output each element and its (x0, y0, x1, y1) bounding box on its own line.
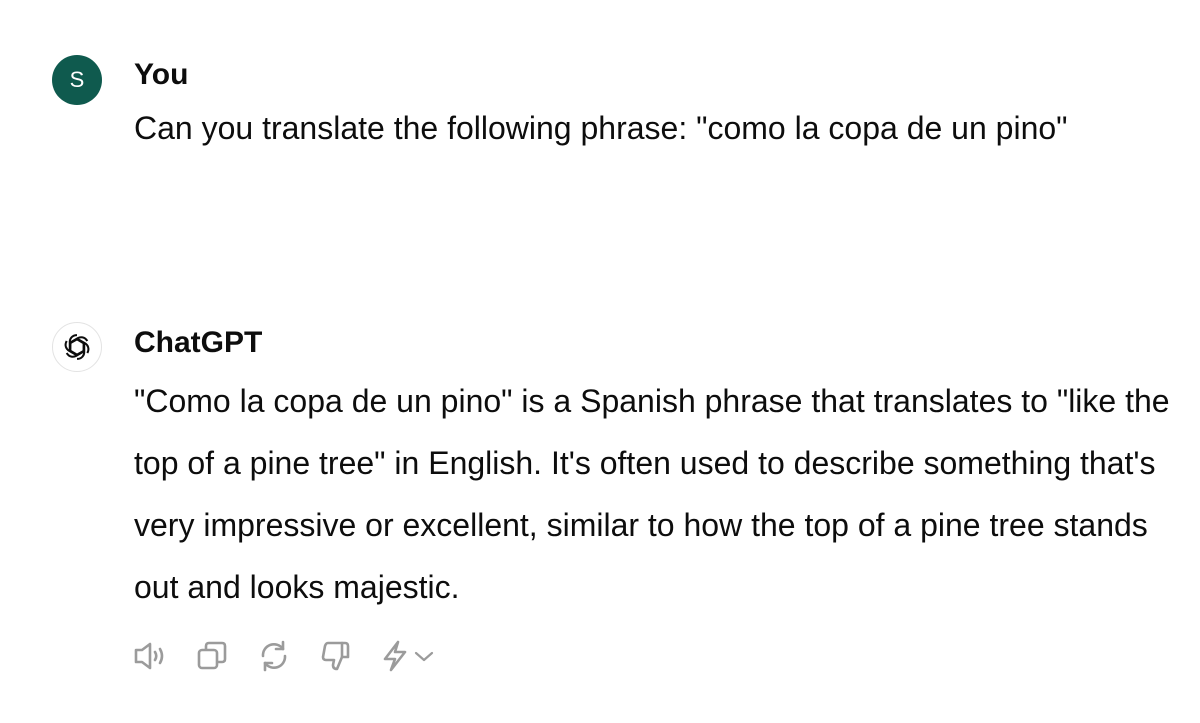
read-aloud-button[interactable] (130, 636, 170, 676)
assistant-avatar (52, 322, 102, 372)
user-avatar-initial: S (69, 67, 85, 92)
bad-response-button[interactable] (316, 636, 356, 676)
copy-icon (197, 641, 227, 670)
copy-button[interactable] (192, 636, 232, 676)
change-model-button[interactable] (378, 636, 412, 676)
lightning-icon (383, 640, 407, 672)
user-avatar: S (52, 55, 102, 105)
regenerate-icon (261, 640, 287, 672)
thumbs-down-icon (321, 641, 350, 671)
user-message-text: Can you translate the following phrase: … (134, 110, 1068, 146)
speaker-icon (134, 642, 164, 670)
assistant-author-name: ChatGPT (134, 326, 263, 359)
user-author-name: You (134, 58, 189, 91)
regenerate-button[interactable] (254, 636, 294, 676)
openai-logo-icon (64, 334, 90, 360)
model-dropdown-button[interactable] (412, 636, 436, 676)
message-actions (130, 636, 436, 676)
assistant-message-text: "Como la copa de un pino" is a Spanish p… (134, 383, 1170, 605)
chevron-down-icon (414, 651, 434, 662)
chat-transcript: S You Can you translate the following ph… (0, 0, 1200, 723)
